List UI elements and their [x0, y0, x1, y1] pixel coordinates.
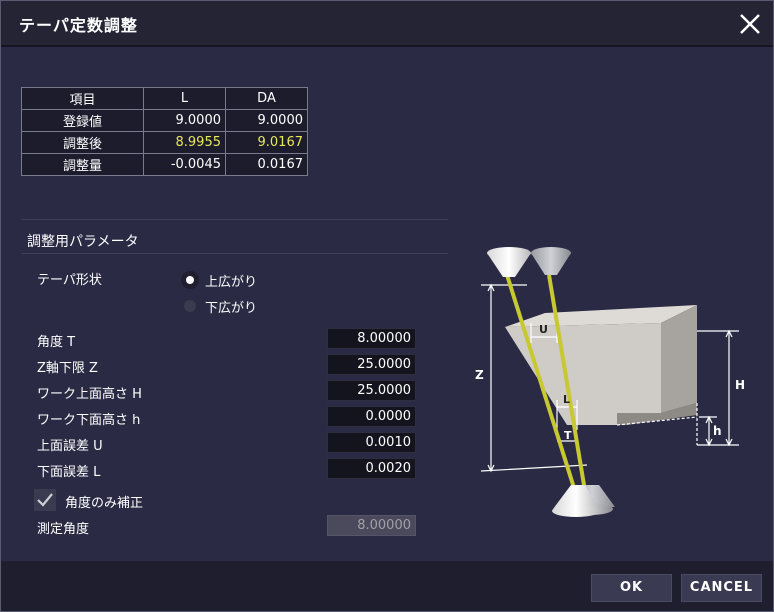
dialog-window: テーパ定数調整 項目 L DA 登録値 9.0000 9.0000 調整後 8.…: [0, 0, 774, 612]
cancel-button[interactable]: CANCEL: [681, 574, 762, 602]
work-bottom-height-input[interactable]: 0.0000: [327, 406, 416, 427]
cell-l: 8.9955: [143, 131, 226, 154]
measured-angle-field: 8.00000: [327, 515, 416, 536]
cell-l: 9.0000: [143, 109, 226, 132]
diagram-label-u: U: [539, 323, 548, 336]
table-row: 調整量 -0.0045 0.0167: [21, 153, 308, 176]
section-divider: [21, 219, 448, 220]
angle-label: 角度 T: [37, 335, 76, 350]
section-divider: [21, 253, 448, 254]
measured-angle-label: 測定角度: [37, 522, 90, 537]
diagram-label-h-lower: h: [713, 424, 722, 438]
cell-da: 0.0167: [225, 153, 308, 176]
z-limit-label: Z軸下限 Z: [37, 361, 98, 376]
bottom-error-input[interactable]: 0.0020: [327, 458, 416, 479]
angle-input[interactable]: 8.00000: [327, 328, 416, 349]
summary-table: 項目 L DA 登録値 9.0000 9.0000 調整後 8.9955 9.0…: [21, 87, 308, 176]
dialog-title: テーパ定数調整: [19, 16, 138, 35]
cell-da: 9.0000: [225, 109, 308, 132]
close-icon: [740, 14, 760, 34]
taper-shape-label: テーパ形状: [37, 273, 102, 288]
cell-l: -0.0045: [143, 153, 226, 176]
work-top-height-input[interactable]: 25.0000: [327, 380, 416, 401]
shape-radio-upper[interactable]: [183, 273, 197, 287]
taper-diagram: Z U L T H h: [467, 245, 767, 525]
section-title: 調整用パラメータ: [27, 234, 139, 250]
work-bottom-height-label: ワーク下面高さ h: [37, 413, 141, 428]
close-button[interactable]: [735, 9, 765, 39]
lower-nozzle: [552, 485, 615, 517]
z-limit-input[interactable]: 25.0000: [327, 354, 416, 375]
upper-nozzle: [487, 247, 571, 277]
angle-only-label[interactable]: 角度のみ補正: [65, 492, 143, 511]
column-header-l: L: [143, 87, 226, 110]
top-error-label: 上面誤差 U: [37, 439, 103, 454]
ok-button[interactable]: OK: [591, 574, 672, 602]
diagram-label-l: L: [563, 393, 570, 406]
shape-option-upper-label[interactable]: 上広がり: [205, 271, 257, 290]
table-row: 登録値 9.0000 9.0000: [21, 109, 308, 132]
top-error-input[interactable]: 0.0010: [327, 432, 416, 453]
diagram-label-z: Z: [475, 368, 484, 382]
checkmark-icon: [37, 493, 53, 507]
row-label: 調整後: [21, 131, 144, 154]
angle-only-checkbox[interactable]: [34, 489, 56, 511]
cell-da: 9.0167: [225, 131, 308, 154]
diagram-label-h-upper: H: [735, 378, 745, 392]
row-label: 調整量: [21, 153, 144, 176]
bottom-error-label: 下面誤差 L: [37, 465, 101, 480]
row-label: 登録値: [21, 109, 144, 132]
diagram-label-t: T: [564, 429, 572, 442]
title-bar: テーパ定数調整: [1, 1, 773, 47]
shape-option-lower-label[interactable]: 下広がり: [205, 297, 257, 316]
column-header-da: DA: [225, 87, 308, 110]
column-header-item: 項目: [21, 87, 144, 110]
summary-header-row: 項目 L DA: [21, 87, 308, 110]
table-row: 調整後 8.9955 9.0167: [21, 131, 308, 154]
work-top-height-label: ワーク上面高さ H: [37, 387, 142, 402]
shape-radio-lower[interactable]: [183, 299, 197, 313]
